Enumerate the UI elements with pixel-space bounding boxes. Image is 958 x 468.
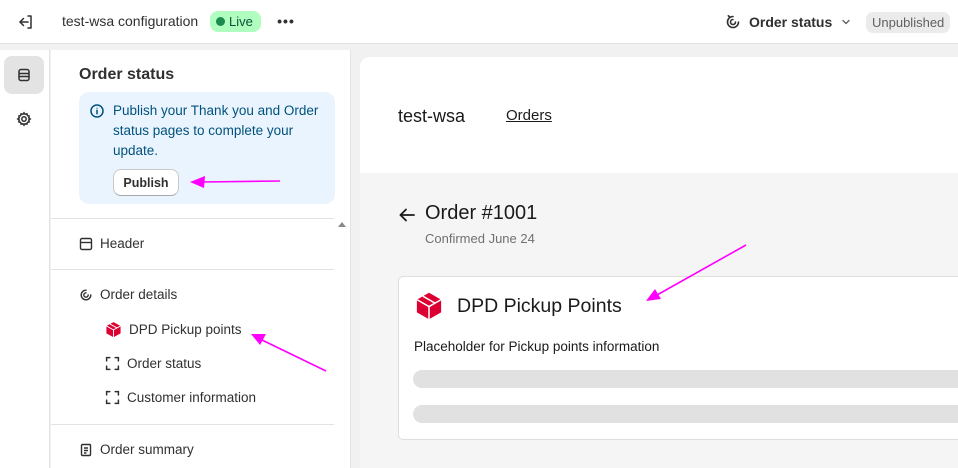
order-title: Order #1001	[425, 202, 538, 224]
preview-frame: test-wsa Orders Order #1001 Confirmed Ju…	[360, 57, 958, 468]
sidebar-item-order-details[interactable]: Order details	[79, 287, 177, 302]
dpd-icon	[416, 292, 442, 320]
banner-message: Publish your Thank you and Order status …	[113, 103, 319, 158]
block-placeholder-icon	[105, 356, 120, 371]
sidebar-item-order-summary[interactable]: Order summary	[79, 442, 194, 457]
skeleton-bar	[413, 405, 958, 423]
sidebar-item-label: Order summary	[100, 442, 194, 457]
top-bar: test-wsa configuration Live ••• Order st…	[0, 0, 958, 44]
sidebar-item-dpd-pickup-points[interactable]: DPD Pickup points	[105, 321, 242, 338]
chevron-down-icon	[842, 19, 850, 25]
order-status-icon	[726, 15, 740, 29]
sidebar-item-label: DPD Pickup points	[129, 322, 242, 337]
sidebar-item-label: Order status	[127, 356, 202, 371]
editor-sidebar: Order status Publish your Thank you and …	[51, 50, 351, 468]
sidebar-item-customer-information[interactable]: Customer information	[105, 390, 256, 405]
live-badge-label: Live	[229, 14, 253, 29]
scroll-up-arrow[interactable]	[338, 222, 346, 227]
receipt-icon	[80, 443, 92, 456]
sidebar-title: Order status	[79, 66, 175, 83]
publish-button[interactable]: Publish	[113, 169, 179, 196]
block-placeholder-icon	[105, 390, 120, 405]
order-details-icon	[80, 288, 92, 300]
divider	[51, 218, 334, 219]
divider	[51, 269, 334, 270]
order-subtitle: Confirmed June 24	[425, 231, 535, 246]
sidebar-item-header[interactable]: Header	[79, 236, 144, 251]
info-icon	[90, 104, 104, 118]
sidebar-item-label: Customer information	[127, 390, 257, 405]
live-status-dot	[216, 17, 225, 26]
publish-banner: Publish your Thank you and Order status …	[79, 92, 335, 204]
card-description: Placeholder for Pickup points informatio…	[414, 339, 660, 354]
shop-name: test-wsa	[398, 106, 466, 126]
back-arrow-icon[interactable]	[398, 207, 416, 223]
sections-icon[interactable]	[4, 56, 44, 94]
sidebar-item-label: Order details	[100, 287, 178, 302]
settings-gear-icon[interactable]	[4, 100, 44, 138]
preview-body: Order #1001 Confirmed June 24 DPD Pickup…	[360, 173, 958, 468]
preview-header: test-wsa Orders	[360, 57, 958, 173]
exit-icon[interactable]	[16, 12, 36, 32]
sidebar-item-order-status[interactable]: Order status	[105, 356, 201, 371]
divider	[51, 424, 334, 425]
dpd-icon	[106, 322, 121, 338]
page-selector-label: Order status	[749, 14, 833, 30]
dpd-pickup-card: DPD Pickup Points Placeholder for Pickup…	[398, 276, 958, 440]
icon-rail	[0, 50, 50, 468]
more-actions-icon[interactable]: •••	[276, 11, 296, 31]
theme-name: test-wsa configuration	[62, 13, 199, 29]
page-selector[interactable]: Order status	[725, 11, 852, 33]
skeleton-bar	[413, 370, 958, 388]
card-title: DPD Pickup Points	[457, 295, 622, 317]
live-badge: Live	[210, 11, 261, 32]
sidebar-item-label: Header	[100, 236, 145, 251]
orders-link[interactable]: Orders	[506, 107, 552, 124]
unpublished-badge: Unpublished	[866, 12, 951, 33]
header-section-icon	[79, 237, 93, 250]
